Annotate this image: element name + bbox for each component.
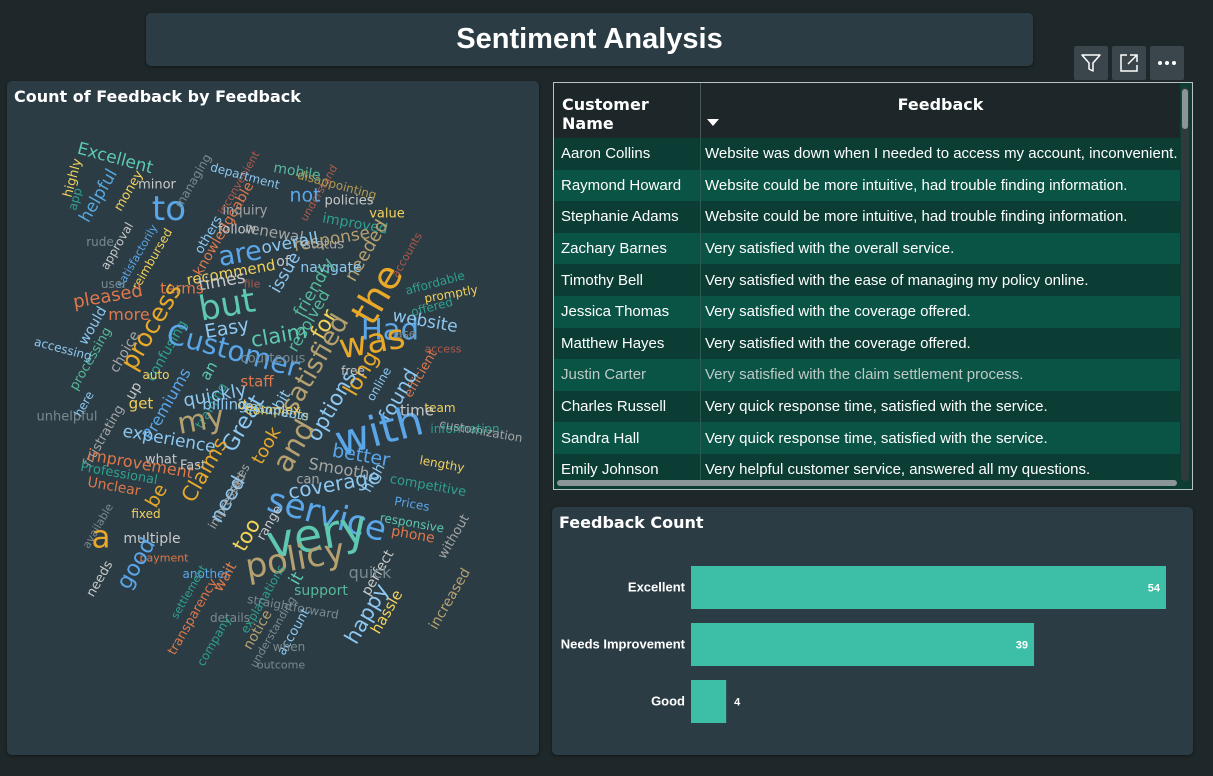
table-row[interactable]: Sandra Hall Very quick response time, sat… [554,422,1180,454]
cell-customer-name: Zachary Barnes [554,232,701,265]
wordcloud-word[interactable]: policies [325,195,374,208]
cell-feedback: Very satisfied with the coverage offered… [705,334,971,352]
horizontal-scrollbar[interactable] [557,480,1177,486]
wordcloud-word[interactable]: unhelpful [36,411,97,424]
horizontal-scrollbar-thumb[interactable] [557,480,1177,486]
wordcloud-word[interactable]: can [296,474,319,487]
wordcloud: Excellent highly app helpful money minor to man… [7,81,539,755]
wordcloud-word[interactable]: quick [349,565,392,581]
column-header-feedback[interactable]: Feedback [701,83,1180,138]
wordcloud-word[interactable]: lengthy [418,453,465,475]
filter-button[interactable] [1074,46,1108,80]
wordcloud-word[interactable]: managing [172,151,214,210]
cell-feedback: Very satisfied with the ease of managing… [705,271,1089,289]
cell-feedback: Website could be more intuitive, had tro… [705,176,1128,194]
cell-customer-name: Justin Carter [554,359,701,391]
table-row[interactable]: Matthew Hayes Very satisfied with the cov… [554,327,1180,360]
wordcloud-word[interactable]: without [435,512,472,562]
wordcloud-word[interactable]: needs [84,558,117,600]
cell-customer-name: Aaron Collins [554,138,701,170]
cell-feedback: Very satisfied with the overall service. [705,240,955,258]
cell-customer-name: Charles Russell [554,390,701,423]
wordcloud-word[interactable]: time [400,403,434,419]
cell-customer-name: Timothy Bell [554,264,701,296]
wordcloud-word[interactable]: fixed [131,508,160,520]
wordcloud-word[interactable]: a [92,522,111,554]
cell-feedback: Very quick response time, satisfied with… [705,398,1048,416]
table-row[interactable]: Jessica Thomas Very satisfied with the co… [554,295,1180,328]
page-title-bar: Sentiment Analysis [146,13,1033,66]
bar-category-label: Excellent [628,580,686,595]
cell-feedback: Website was down when I needed to access… [705,145,1178,163]
sort-descending-icon[interactable] [707,119,719,126]
wordcloud-word[interactable]: increased [426,566,474,633]
cell-customer-name: Raymond Howard [554,169,701,202]
more-options-icon [1158,61,1176,65]
table-row[interactable]: Charles Russell Very quick response time,… [554,390,1180,423]
cell-feedback: Very satisfied with the coverage offered… [705,303,971,321]
wordcloud-word[interactable]: get [129,396,154,412]
wordcloud-word[interactable]: status [304,239,344,252]
column-header-customer-name[interactable]: Customer Name [554,83,701,138]
table-row[interactable]: Justin Carter Very satisfied with the cla… [554,359,1180,391]
wordcloud-word[interactable]: Prices [393,494,430,514]
table-header: Customer Name Feedback [554,83,1180,138]
table-body: Aaron Collins Website was down when I nee… [554,138,1180,486]
page-title: Sentiment Analysis [456,23,723,55]
wordcloud-word[interactable]: inquiry [223,205,268,218]
bar-chart: Excellent 54 Needs Improvement 39 Good 4 [561,566,1166,723]
bar-data-label: 54 [1148,583,1161,595]
wordcloud-word[interactable]: not [289,186,320,206]
wordcloud-word[interactable]: outcome [257,660,305,671]
bar-category-label: Needs Improvement [561,637,686,652]
table-row[interactable]: Stephanie Adams Website could be more int… [554,201,1180,233]
vertical-scrollbar[interactable] [1181,87,1189,481]
cell-customer-name: Stephanie Adams [554,201,701,233]
wordcloud-panel: Excellent highly app helpful money minor to man… [7,81,539,755]
wordcloud-word[interactable]: courteous [241,353,306,366]
table-row[interactable]: Zachary Barnes Very satisfied with the ov… [554,232,1180,265]
cell-feedback: Very satisfied with the claim settlement… [705,366,1024,384]
wordcloud-title: Count of Feedback by Feedback [14,87,301,106]
more-options-button[interactable] [1150,46,1184,80]
wordcloud-word[interactable]: when [273,641,305,653]
column-header-label: Feedback [897,95,984,114]
cell-customer-name: Sandra Hall [554,422,701,454]
vertical-scrollbar-thumb[interactable] [1182,89,1188,129]
wordcloud-word[interactable]: helpful [75,166,121,226]
bar[interactable] [691,680,727,723]
focus-mode-icon [1120,54,1138,72]
bar-data-label: 39 [1016,640,1028,652]
wordcloud-word[interactable]: support [294,584,348,598]
feedback-table: Customer Name Feedback Aaron Collins Webs… [553,82,1193,490]
cell-feedback: Website could be more intuitive, had tro… [705,208,1128,226]
focus-mode-button[interactable] [1112,46,1146,80]
wordcloud-word[interactable]: auto [142,369,169,381]
column-header-label: Customer Name [562,95,649,133]
table-row[interactable]: Aaron Collins Website was down when I nee… [554,138,1180,170]
bar[interactable] [691,566,1166,609]
cell-feedback: Very quick response time, satisfied with… [705,429,1048,447]
bar-data-label: 4 [734,697,741,709]
table-row[interactable]: Raymond Howard Website could be more intu… [554,169,1180,202]
visual-toolbar [1074,46,1184,80]
table-row[interactable]: Timothy Bell Very satisfied with the ease… [554,264,1180,296]
filter-icon [1081,54,1101,72]
bar[interactable] [691,623,1035,666]
bar-category-label: Good [651,694,685,709]
cell-customer-name: Jessica Thomas [554,295,701,328]
cell-customer-name: Matthew Hayes [554,327,701,360]
feedback-count-panel: Feedback Count Excellent 54 Needs Improvem… [552,507,1193,755]
